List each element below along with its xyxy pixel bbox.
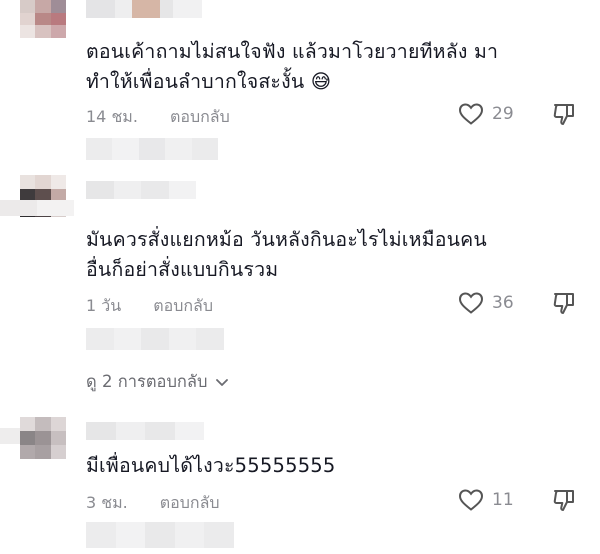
comment-text: มีเพื่อนคบได้ไงวะ55555555 xyxy=(86,454,336,477)
comment-time: 1 วัน xyxy=(86,296,122,315)
chevron-down-icon xyxy=(215,379,228,386)
comment-text: มันควรสั่งแยกหม้อ วันหลังกินอะไรไม่เหมือ… xyxy=(86,228,487,281)
heart-icon xyxy=(458,103,484,125)
like-button[interactable]: 36 xyxy=(458,291,514,315)
username-blurred-accent xyxy=(132,0,160,18)
username-blurred[interactable] xyxy=(86,181,196,199)
reply-button[interactable]: ตอบกลับ xyxy=(170,105,230,130)
comment-meta: 1 วัน ตอบกลับ xyxy=(86,294,213,319)
comment-meta: 3 ชม. ตอบกลับ xyxy=(86,491,220,516)
heart-icon xyxy=(458,489,484,511)
view-replies-button[interactable]: ดู 2 การตอบกลับ xyxy=(86,369,230,395)
thumbs-down-icon[interactable] xyxy=(552,291,576,315)
username-blurred[interactable] xyxy=(0,200,74,216)
comment-time: 3 ชม. xyxy=(86,493,128,512)
like-count: 11 xyxy=(492,490,514,510)
like-count: 36 xyxy=(492,293,514,313)
reply-button[interactable]: ตอบกลับ xyxy=(153,294,213,319)
thumbs-down-icon[interactable] xyxy=(552,488,576,512)
comment-time: 14 ชม. xyxy=(86,107,138,126)
like-button[interactable]: 11 xyxy=(458,488,514,512)
blurred-subtext xyxy=(86,138,219,160)
avatar[interactable] xyxy=(20,0,66,38)
blurred-subtext xyxy=(86,522,234,548)
username-blurred[interactable] xyxy=(0,428,20,444)
heart-icon xyxy=(458,292,484,314)
thumbs-down-icon[interactable] xyxy=(552,102,576,126)
username-blurred[interactable] xyxy=(86,422,204,440)
like-count: 29 xyxy=(492,104,514,124)
view-replies-label: ดู 2 การตอบกลับ xyxy=(86,372,208,391)
comment-text: ตอนเค้าถามไม่สนใจฟัง แล้วมาโวยวายทีหลัง … xyxy=(86,40,499,93)
like-button[interactable]: 29 xyxy=(458,102,514,126)
comment-meta: 14 ชม. ตอบกลับ xyxy=(86,105,230,130)
reply-button[interactable]: ตอบกลับ xyxy=(160,491,220,516)
blurred-subtext xyxy=(86,328,224,350)
avatar[interactable] xyxy=(20,417,66,459)
